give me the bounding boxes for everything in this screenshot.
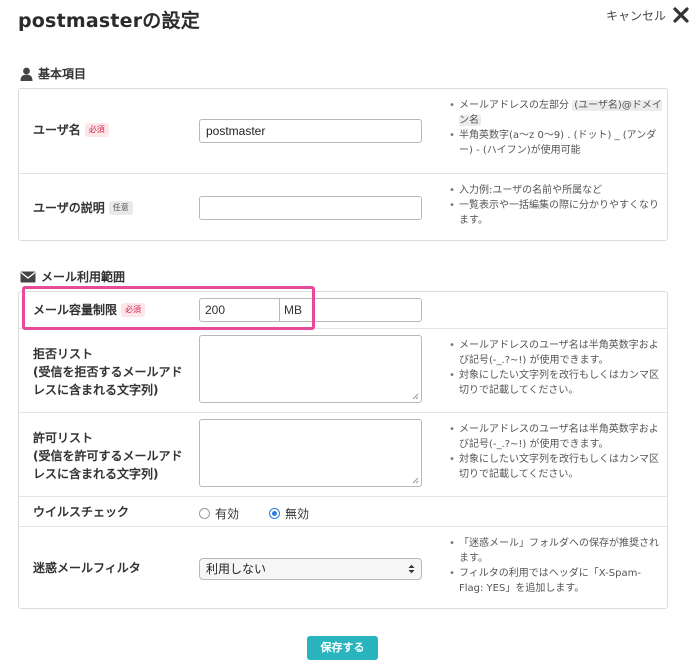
cancel-button[interactable]: キャンセル xyxy=(606,6,690,24)
description-help-item: 一覧表示や一括編集の際に分かりやすくなります。 xyxy=(447,198,665,228)
allow-list-label: 許可リスト (受信を許可するメールアド レスに含まれる文字列) xyxy=(33,429,183,483)
virus-check-row: ウイルスチェック 有効 無効 xyxy=(19,496,667,526)
reject-list-label-line: 拒否リスト xyxy=(33,347,94,361)
allow-list-label-line: 許可リスト xyxy=(33,431,94,445)
mail-panel: メール容量制限 必須 200 MB 拒否リスト (受信を拒否するメールアド レス… xyxy=(18,291,668,609)
spam-filter-help-item: フィルタの利用ではヘッダに「X-Spam-Flag: YES」を追加します。 xyxy=(447,566,665,596)
reject-list-help-item: メールアドレスのユーザ名は半角英数字および記号(-_.?~!) が使用できます。 xyxy=(447,338,665,368)
username-help: メールアドレスの左部分 (ユーザ名)@ドメイン名 半角英数字(a〜z 0〜9) … xyxy=(447,98,665,158)
page-title: postmasterの設定 xyxy=(18,10,200,32)
allow-list-help-item: メールアドレスのユーザ名は半角英数字および記号(-_.?~!) が使用できます。 xyxy=(447,422,665,452)
allow-list-help: メールアドレスのユーザ名は半角英数字および記号(-_.?~!) が使用できます。… xyxy=(447,422,665,482)
reject-list-row: 拒否リスト (受信を拒否するメールアド レスに含まれる文字列) メールアドレスの… xyxy=(19,328,667,412)
capacity-label: メール容量制限 必須 xyxy=(33,301,146,319)
capacity-input[interactable]: 200 xyxy=(200,299,280,321)
reject-list-textarea[interactable] xyxy=(199,335,422,403)
spam-filter-selected: 利用しない xyxy=(206,562,267,576)
virus-check-disabled-radio[interactable]: 無効 xyxy=(269,505,309,522)
radio-unchecked-icon[interactable] xyxy=(199,508,210,519)
section-mail-label: メール利用範囲 xyxy=(41,270,126,284)
allow-list-textarea[interactable] xyxy=(199,419,422,487)
capacity-unit: MB xyxy=(284,303,302,317)
optional-badge: 任意 xyxy=(108,201,133,215)
resize-grip-icon[interactable] xyxy=(412,393,419,400)
spam-filter-help: 「迷惑メール」フォルダへの保存が推奨されます。 フィルタの利用ではヘッダに「X-… xyxy=(447,536,665,596)
reject-list-help-item: 対象にしたい文字列を改行もしくはカンマ区切りで記載してください。 xyxy=(447,368,665,398)
username-input[interactable]: postmaster xyxy=(199,119,422,143)
resize-grip-icon[interactable] xyxy=(412,477,419,484)
allow-list-help-item: 対象にしたい文字列を改行もしくはカンマ区切りで記載してください。 xyxy=(447,452,665,482)
description-label: ユーザの説明 任意 xyxy=(33,199,133,217)
username-label: ユーザ名 必須 xyxy=(33,121,109,139)
allow-list-label-line: (受信を許可するメールアド xyxy=(33,449,183,463)
description-row: ユーザの説明 任意 入力例:ユーザの名前や所属など 一覧表示や一括編集の際に分か… xyxy=(19,173,667,242)
allow-list-label-line: レスに含まれる文字列) xyxy=(33,467,159,481)
virus-check-disabled-label: 無効 xyxy=(285,507,310,521)
virus-check-radio-group: 有効 無効 xyxy=(199,505,309,522)
section-mail-title: メール利用範囲 xyxy=(20,268,125,285)
description-input[interactable] xyxy=(199,196,422,220)
username-help-text: メールアドレスの左部分 xyxy=(459,100,569,111)
description-label-text: ユーザの説明 xyxy=(33,201,105,215)
cancel-label: キャンセル xyxy=(605,8,666,23)
virus-check-enabled-radio[interactable]: 有効 xyxy=(199,505,239,522)
username-help-item: メールアドレスの左部分 (ユーザ名)@ドメイン名 xyxy=(447,98,665,128)
description-help: 入力例:ユーザの名前や所属など 一覧表示や一括編集の際に分かりやすくなります。 xyxy=(447,183,665,228)
capacity-input-group: 200 MB xyxy=(199,298,422,322)
username-help-item: 半角英数字(a〜z 0〜9) . (ドット) _ (アンダー) - (ハイフン)… xyxy=(447,128,665,158)
spam-filter-label: 迷惑メールフィルタ xyxy=(33,561,141,575)
username-row: ユーザ名 必須 postmaster メールアドレスの左部分 (ユーザ名)@ドメ… xyxy=(19,89,667,173)
spam-filter-help-item: 「迷惑メール」フォルダへの保存が推奨されます。 xyxy=(447,536,665,566)
required-badge: 必須 xyxy=(121,303,146,317)
capacity-row: メール容量制限 必須 200 MB xyxy=(19,292,667,328)
select-arrows-icon xyxy=(408,564,415,574)
envelope-icon xyxy=(20,271,36,283)
reject-list-label: 拒否リスト (受信を拒否するメールアド レスに含まれる文字列) xyxy=(33,345,183,399)
virus-check-label: ウイルスチェック xyxy=(33,505,130,519)
virus-check-enabled-label: 有効 xyxy=(215,507,240,521)
capacity-label-text: メール容量制限 xyxy=(33,303,118,317)
close-icon xyxy=(672,6,690,24)
reject-list-label-line: (受信を拒否するメールアド xyxy=(33,365,183,379)
radio-checked-icon[interactable] xyxy=(269,508,281,519)
allow-list-row: 許可リスト (受信を許可するメールアド レスに含まれる文字列) メールアドレスの… xyxy=(19,412,667,496)
reject-list-label-line: レスに含まれる文字列) xyxy=(33,383,159,397)
basic-panel: ユーザ名 必須 postmaster メールアドレスの左部分 (ユーザ名)@ドメ… xyxy=(18,88,668,241)
section-basic-label: 基本項目 xyxy=(38,67,87,81)
user-icon xyxy=(20,67,33,81)
required-badge: 必須 xyxy=(84,123,109,137)
username-label-text: ユーザ名 xyxy=(33,123,81,137)
spam-filter-row: 迷惑メールフィルタ 利用しない 「迷惑メール」フォルダへの保存が推奨されます。 … xyxy=(19,526,667,610)
description-help-item: 入力例:ユーザの名前や所属など xyxy=(447,183,665,198)
spam-filter-select[interactable]: 利用しない xyxy=(199,558,422,580)
reject-list-help: メールアドレスのユーザ名は半角英数字および記号(-_.?~!) が使用できます。… xyxy=(447,338,665,398)
section-basic-title: 基本項目 xyxy=(20,65,86,82)
save-button[interactable]: 保存する xyxy=(307,636,378,660)
